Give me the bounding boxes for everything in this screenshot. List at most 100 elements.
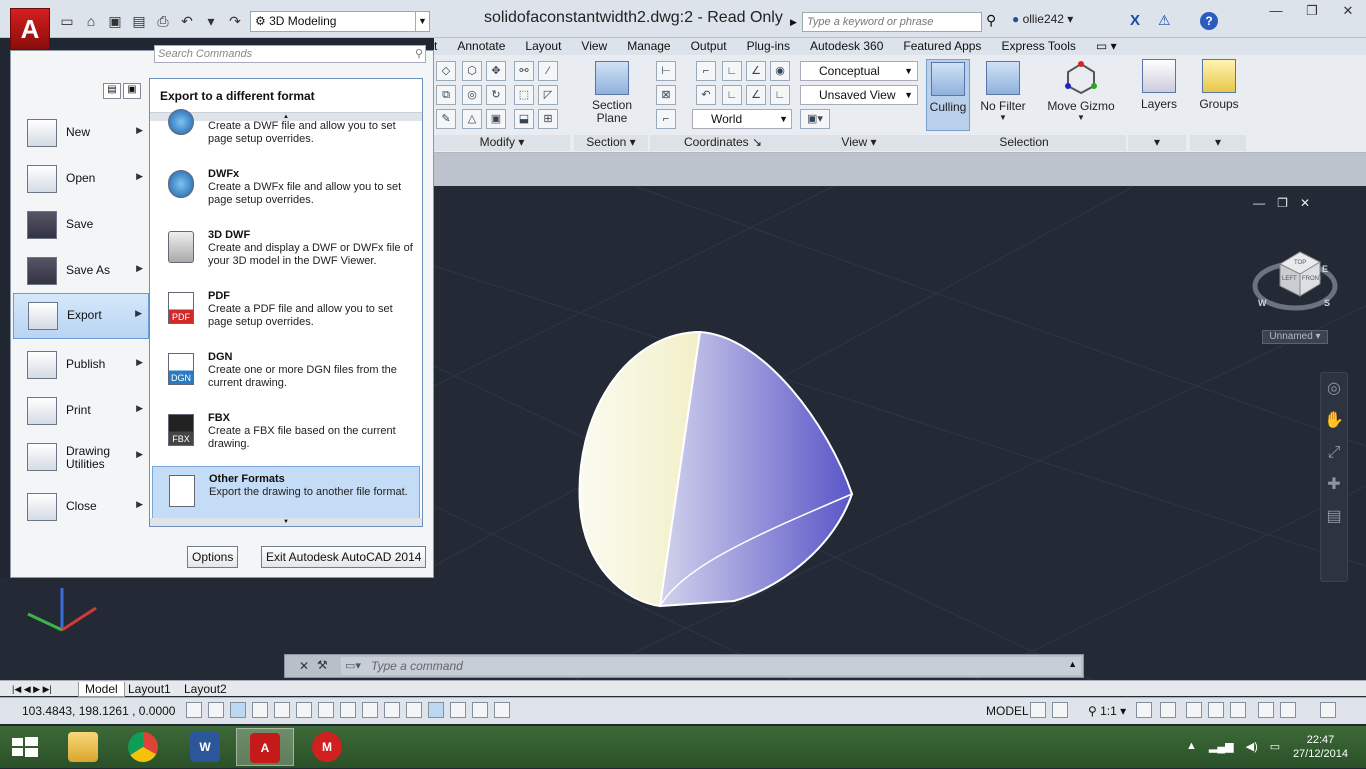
transparency-icon[interactable] <box>428 702 444 718</box>
ucs-icon[interactable]: ◉ <box>770 61 790 81</box>
ucs-icon[interactable]: ⌐ <box>696 61 716 81</box>
modify-tool-icon[interactable]: ◎ <box>462 85 482 105</box>
tab-navigation-icons[interactable]: |◀ ◀ ▶ ▶| <box>12 682 52 696</box>
visual-style-select[interactable]: Conceptual ▼ <box>800 61 918 81</box>
close-icon[interactable]: ✕ <box>299 659 309 673</box>
modify-tool-icon[interactable]: ⊞ <box>538 109 558 129</box>
export-item-fbx[interactable]: FBX FBX Create a FBX file based on the c… <box>152 406 420 464</box>
menu-item-new[interactable]: New ▶ <box>13 111 149 155</box>
compass-west-label[interactable]: W <box>1258 298 1267 308</box>
quick-view-drawings-icon[interactable] <box>1052 702 1068 718</box>
modify-tool-icon[interactable]: △ <box>462 109 482 129</box>
modify-tool-icon[interactable]: ▣ <box>486 109 506 129</box>
new-icon[interactable]: ▭ <box>56 10 78 32</box>
ucs-icon[interactable]: ∠ <box>746 85 766 105</box>
ucs-icon[interactable]: ∟ <box>722 61 742 81</box>
viewport-config-icon[interactable]: ▣▾ <box>800 109 830 129</box>
command-input[interactable]: Type a command <box>341 657 1081 675</box>
exit-autocad-button[interactable]: Exit Autodesk AutoCAD 2014 <box>261 546 427 568</box>
search-expand-icon[interactable]: ▶ <box>790 12 800 32</box>
taskbar-chrome[interactable] <box>114 728 172 766</box>
viewcube-left-label[interactable]: LEFT <box>1282 276 1297 282</box>
auto-scale-icon[interactable] <box>1160 702 1176 718</box>
modify-tool-icon[interactable]: ⬡ <box>462 61 482 81</box>
annotation-visibility-icon[interactable] <box>1136 702 1152 718</box>
panel-section[interactable]: Section ▾ <box>574 135 648 151</box>
export-item-dwfx[interactable]: DWFx Create a DWFx file and allow you to… <box>152 162 420 220</box>
tab-partial[interactable]: t <box>434 38 447 55</box>
ucs-menu[interactable]: Unnamed ▾ <box>1262 330 1328 344</box>
maximize-icon[interactable]: ❐ <box>1294 0 1330 22</box>
search-commands-input[interactable]: Search Commands <box>154 45 426 63</box>
minimize-icon[interactable]: — <box>1258 0 1294 22</box>
groups-panel-expand[interactable]: ▾ <box>1190 135 1246 151</box>
menu-item-drawing-utilities[interactable]: Drawing Utilities ▶ <box>13 435 149 479</box>
export-item-3d-dwf[interactable]: 3D DWF Create and display a DWF or DWFx … <box>152 223 420 281</box>
section-plane-button[interactable]: Section Plane <box>584 61 640 125</box>
tab-output[interactable]: Output <box>681 38 737 55</box>
panel-selection[interactable]: Selection <box>922 135 1126 151</box>
scroll-down-icon[interactable]: ▼ <box>150 518 422 526</box>
menu-item-print[interactable]: Print ▶ <box>13 389 149 433</box>
saved-view-select[interactable]: Unsaved View ▼ <box>800 85 918 105</box>
ribbon-toggle-icon[interactable]: ▭ ▾ <box>1086 38 1127 55</box>
tab-layout[interactable]: Layout <box>515 38 571 55</box>
gizmo-toggle-icon[interactable] <box>494 702 510 718</box>
modify-tool-icon[interactable]: ⬚ <box>514 85 534 105</box>
export-item-dgn[interactable]: DGN DGN Create one or more DGN files fro… <box>152 345 420 403</box>
steering-wheel-icon[interactable]: ◎ <box>1321 373 1347 405</box>
move-icon[interactable]: ✥ <box>486 61 506 81</box>
orbit-icon[interactable]: ✚ <box>1321 469 1347 501</box>
viewcube-front-label[interactable]: FRONT <box>1302 276 1323 282</box>
menu-item-export[interactable]: Export ▶ <box>13 293 149 339</box>
modify-tool-icon[interactable]: ◸ <box>538 85 558 105</box>
dyn-icon[interactable] <box>384 702 400 718</box>
tab-layout2[interactable]: Layout2 <box>184 682 227 696</box>
ucs-icon[interactable]: ∟ <box>722 85 742 105</box>
export-item-other-formats[interactable]: Other Formats Export the drawing to anot… <box>152 466 420 524</box>
panel-modify[interactable]: Modify ▾ <box>434 135 570 151</box>
no-filter-button[interactable]: No Filter ▼ <box>978 61 1028 122</box>
showmotion-icon[interactable]: ▤ <box>1321 501 1347 533</box>
save-icon[interactable]: ▣ <box>104 10 126 32</box>
quick-properties-icon[interactable] <box>450 702 466 718</box>
drawing-viewport[interactable]: — ❐ ✕ <box>434 186 1366 700</box>
lightbulb-icon[interactable] <box>1280 702 1296 718</box>
menu-item-publish[interactable]: Publish ▶ <box>13 343 149 387</box>
ortho-icon[interactable] <box>252 702 268 718</box>
search-input[interactable]: Type a keyword or phrase <box>802 12 982 32</box>
move-gizmo-button[interactable]: Move Gizmo ▼ <box>1044 61 1118 122</box>
open-documents-icon[interactable]: ▣ <box>123 83 141 99</box>
application-button[interactable]: A <box>10 8 50 50</box>
workspace-selector[interactable]: ⚙ 3D Modeling ▼ <box>250 11 430 32</box>
selection-cycling-icon[interactable] <box>472 702 488 718</box>
pan-icon[interactable]: ✋ <box>1321 405 1347 437</box>
zoom-icon[interactable]: ⤢ <box>1321 437 1347 469</box>
viewport-close-icon[interactable]: ✕ <box>1300 196 1310 210</box>
menu-item-close[interactable]: Close ▶ <box>13 485 149 529</box>
tab-plugins[interactable]: Plug-ins <box>737 38 800 55</box>
lineweight-icon[interactable] <box>406 702 422 718</box>
viewport-restore-icon[interactable]: ❐ <box>1277 196 1288 210</box>
infer-constraints-icon[interactable] <box>186 702 202 718</box>
groups-button[interactable]: Groups <box>1194 59 1244 111</box>
tab-manage[interactable]: Manage <box>617 38 680 55</box>
ucs-icon[interactable]: ∟ <box>770 85 790 105</box>
undo-icon[interactable]: ↶ <box>176 10 198 32</box>
otrack-icon[interactable] <box>340 702 356 718</box>
grid-icon[interactable] <box>230 702 246 718</box>
viewport-minimize-icon[interactable]: — <box>1253 196 1265 210</box>
menu-item-open[interactable]: Open ▶ <box>13 157 149 201</box>
panel-coordinates[interactable]: Coordinates ↘ <box>650 135 796 151</box>
recent-documents-icon[interactable]: ▤ <box>103 83 121 99</box>
layers-panel-expand[interactable]: ▾ <box>1128 135 1186 151</box>
snap-icon[interactable] <box>208 702 224 718</box>
ucs-icon[interactable]: ∠ <box>746 61 766 81</box>
export-item-pdf[interactable]: PDF PDF Create a PDF file and allow you … <box>152 284 420 342</box>
connect-icon[interactable]: ⚠ <box>1158 12 1171 29</box>
close-icon[interactable]: ✕ <box>1330 0 1366 22</box>
options-button[interactable]: Options <box>187 546 239 568</box>
workspace-switching-icon[interactable] <box>1186 702 1202 718</box>
taskbar-word[interactable]: W <box>176 728 234 766</box>
viewcube-top-label[interactable]: TOP <box>1294 260 1306 266</box>
